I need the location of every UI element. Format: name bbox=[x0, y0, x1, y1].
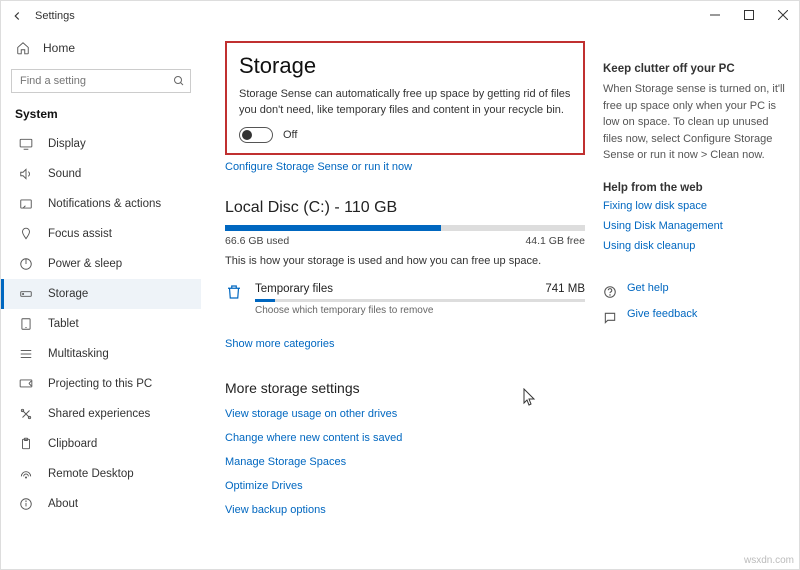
more-link-optimize-drives[interactable]: Optimize Drives bbox=[225, 480, 585, 492]
sidebar-item-power[interactable]: Power & sleep bbox=[1, 249, 201, 279]
remote-icon bbox=[18, 467, 34, 481]
disk-usage-bar bbox=[225, 225, 585, 231]
help-icon bbox=[603, 285, 617, 299]
search-box bbox=[11, 69, 191, 93]
sidebar-item-label: Focus assist bbox=[48, 228, 112, 240]
disk-heading: Local Disc (C:) - 110 GB bbox=[225, 199, 585, 217]
configure-storage-sense-link[interactable]: Configure Storage Sense or run it now bbox=[225, 161, 412, 173]
sidebar-item-label: Shared experiences bbox=[48, 408, 150, 420]
projecting-icon bbox=[18, 377, 34, 391]
help-web-heading: Help from the web bbox=[603, 182, 785, 194]
sidebar-item-shared[interactable]: Shared experiences bbox=[1, 399, 201, 429]
sidebar-item-label: Clipboard bbox=[48, 438, 97, 450]
multitask-icon bbox=[18, 347, 34, 361]
more-link-new-content[interactable]: Change where new content is saved bbox=[225, 432, 585, 444]
sidebar-item-label: Sound bbox=[48, 168, 81, 180]
maximize-button[interactable] bbox=[732, 0, 766, 30]
temp-files-sub: Choose which temporary files to remove bbox=[255, 305, 585, 316]
toggle-state-label: Off bbox=[283, 129, 297, 141]
disk-used-label: 66.6 GB used bbox=[225, 235, 289, 247]
trash-icon bbox=[225, 283, 243, 301]
search-input[interactable] bbox=[11, 69, 191, 93]
titlebar: Settings bbox=[1, 1, 799, 31]
sidebar-item-home[interactable]: Home bbox=[1, 35, 201, 61]
home-icon bbox=[15, 41, 31, 55]
get-help-link[interactable]: Get help bbox=[627, 282, 669, 294]
search-icon[interactable] bbox=[173, 75, 185, 87]
back-icon[interactable] bbox=[7, 9, 27, 23]
help-link-disk-cleanup[interactable]: Using disk cleanup bbox=[603, 240, 785, 252]
sidebar-item-about[interactable]: About bbox=[1, 489, 201, 519]
sidebar-item-label: Display bbox=[48, 138, 86, 150]
page-title: Storage bbox=[239, 53, 571, 79]
window-title: Settings bbox=[35, 10, 75, 22]
sidebar-item-sound[interactable]: Sound bbox=[1, 159, 201, 189]
sidebar-item-label: Projecting to this PC bbox=[48, 378, 152, 390]
more-link-other-drives[interactable]: View storage usage on other drives bbox=[225, 408, 585, 420]
notifications-icon bbox=[18, 197, 34, 211]
help-link-low-disk[interactable]: Fixing low disk space bbox=[603, 200, 785, 212]
about-icon bbox=[18, 497, 34, 511]
keep-clutter-body: When Storage sense is turned on, it'll f… bbox=[603, 81, 785, 164]
show-more-categories-link[interactable]: Show more categories bbox=[225, 338, 334, 350]
sidebar-item-tablet[interactable]: Tablet bbox=[1, 309, 201, 339]
power-icon bbox=[18, 257, 34, 271]
sidebar-item-label: Power & sleep bbox=[48, 258, 122, 270]
temp-files-label: Temporary files bbox=[255, 283, 333, 295]
storage-sense-box: Storage Storage Sense can automatically … bbox=[225, 41, 585, 155]
sound-icon bbox=[18, 167, 34, 181]
sidebar-item-projecting[interactable]: Projecting to this PC bbox=[1, 369, 201, 399]
sidebar-item-display[interactable]: Display bbox=[1, 129, 201, 159]
temp-files-size: 741 MB bbox=[545, 283, 585, 295]
tablet-icon bbox=[18, 317, 34, 331]
clipboard-icon bbox=[18, 437, 34, 451]
sidebar-item-clipboard[interactable]: Clipboard bbox=[1, 429, 201, 459]
sidebar-item-focus[interactable]: Focus assist bbox=[1, 219, 201, 249]
category-label: System bbox=[1, 103, 201, 129]
help-link-disk-mgmt[interactable]: Using Disk Management bbox=[603, 220, 785, 232]
storage-sense-description: Storage Sense can automatically free up … bbox=[239, 87, 571, 119]
display-icon bbox=[18, 137, 34, 151]
close-button[interactable] bbox=[766, 0, 800, 30]
storage-icon bbox=[18, 287, 34, 301]
give-feedback-link[interactable]: Give feedback bbox=[627, 308, 697, 320]
shared-icon bbox=[18, 407, 34, 421]
sidebar-item-label: Tablet bbox=[48, 318, 79, 330]
more-link-backup[interactable]: View backup options bbox=[225, 504, 585, 516]
sidebar-item-label: Multitasking bbox=[48, 348, 109, 360]
feedback-icon bbox=[603, 311, 617, 325]
sidebar-item-multitasking[interactable]: Multitasking bbox=[1, 339, 201, 369]
sidebar-item-label: Remote Desktop bbox=[48, 468, 134, 480]
usage-hint: This is how your storage is used and how… bbox=[225, 255, 585, 267]
sidebar-item-label: Notifications & actions bbox=[48, 198, 161, 210]
sidebar-item-remote[interactable]: Remote Desktop bbox=[1, 459, 201, 489]
keep-clutter-heading: Keep clutter off your PC bbox=[603, 63, 785, 75]
sidebar-item-storage[interactable]: Storage bbox=[1, 279, 201, 309]
minimize-button[interactable] bbox=[698, 0, 732, 30]
cursor-icon bbox=[523, 388, 537, 406]
focus-icon bbox=[18, 227, 34, 241]
temporary-files-row[interactable]: Temporary files 741 MB Choose which temp… bbox=[225, 279, 585, 322]
home-label: Home bbox=[43, 41, 75, 55]
more-link-storage-spaces[interactable]: Manage Storage Spaces bbox=[225, 456, 585, 468]
sidebar-item-label: About bbox=[48, 498, 78, 510]
temp-files-bar bbox=[255, 299, 585, 302]
sidebar-item-notifications[interactable]: Notifications & actions bbox=[1, 189, 201, 219]
watermark: wsxdn.com bbox=[744, 555, 794, 566]
sidebar: Home System Display Sound Notifications … bbox=[1, 31, 201, 569]
sidebar-item-label: Storage bbox=[48, 288, 88, 300]
storage-sense-toggle[interactable] bbox=[239, 127, 273, 143]
disk-free-label: 44.1 GB free bbox=[525, 235, 585, 247]
